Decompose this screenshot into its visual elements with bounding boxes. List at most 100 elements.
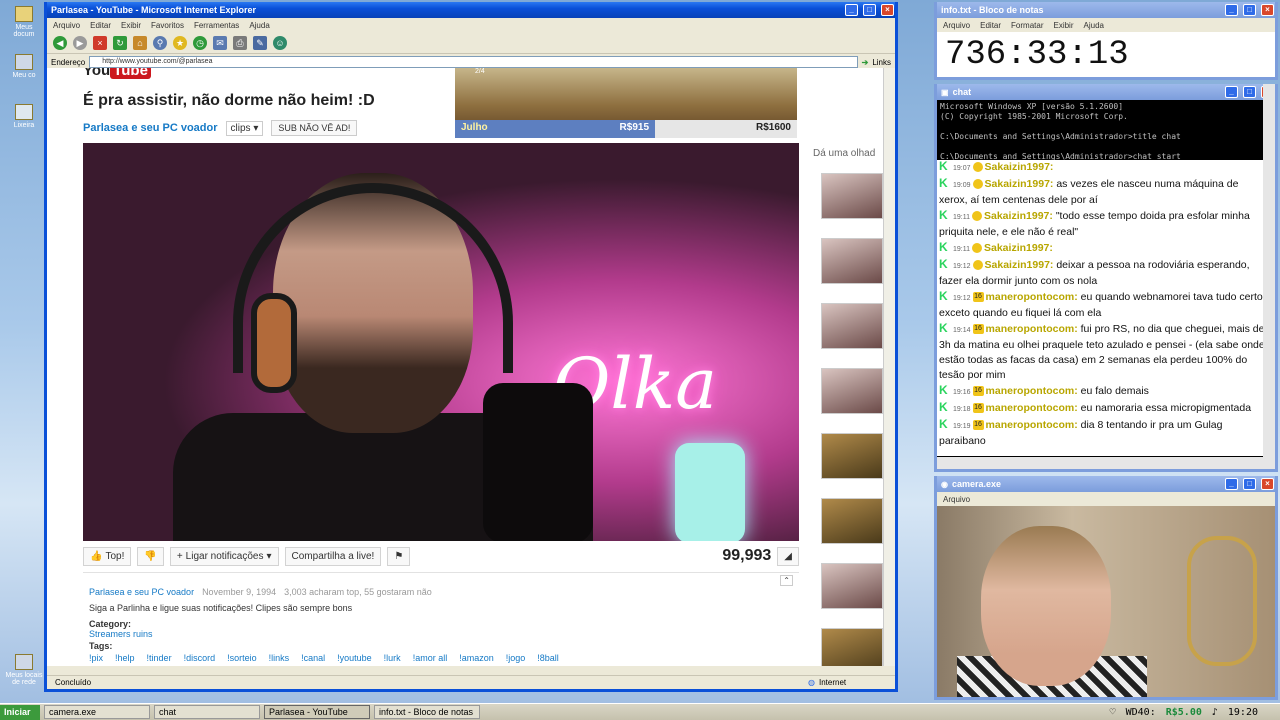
maximize-button[interactable]: □ [1243,478,1256,490]
chat-scrollbar[interactable] [1263,84,1275,469]
page-scrollbar[interactable] [883,68,895,666]
menu-favorites[interactable]: Favoritos [151,21,184,30]
notepad-text-area[interactable]: 736:33:13 [937,32,1275,77]
related-thumbnail[interactable] [821,303,883,349]
task-chat[interactable]: chat [154,705,260,719]
tag-link[interactable]: !amor all [413,653,448,663]
menu-file[interactable]: Arquivo [53,21,80,30]
menu-view[interactable]: Exibir [121,21,141,30]
related-thumbnail[interactable] [821,498,883,544]
video-actions: 👍 Top! 👎 + Ligar notificações ▾ Compartilha… [83,543,799,569]
refresh-icon[interactable]: ↻ [113,35,127,50]
dislike-button[interactable]: 👎 [137,546,164,566]
task-youtube[interactable]: Parlasea - YouTube [264,705,370,719]
tag-link[interactable]: !pix [89,653,103,663]
mail-icon[interactable]: ✉ [213,35,227,50]
tag-link[interactable]: !links [269,653,290,663]
menu-view[interactable]: Exibir [1053,21,1073,30]
meta-channel[interactable]: Parlasea e seu PC voador [89,587,194,597]
history-icon[interactable]: ◷ [193,35,207,50]
tag-link[interactable]: !tinder [147,653,172,663]
maximize-button[interactable]: □ [863,4,876,16]
tag-link[interactable]: !sorteio [227,653,257,663]
related-thumbnail[interactable] [821,368,883,414]
messenger-icon[interactable]: ☺ [273,35,287,50]
related-thumbnail[interactable] [821,433,883,479]
badge-icon [972,179,983,190]
menu-format[interactable]: Formatar [1011,21,1043,30]
youtube-logo[interactable]: You Tube [83,68,151,79]
share-button[interactable]: Compartilha a live! [284,546,382,566]
related-thumbnail[interactable] [821,563,883,609]
desktop-icon-documents[interactable]: Meus docum [4,6,44,38]
tag-link[interactable]: !lurk [384,653,401,663]
video-player[interactable]: Olka [83,143,799,541]
view-count: 99,993 [722,547,772,564]
close-button[interactable]: × [1261,4,1274,16]
minimize-button[interactable]: _ [1225,4,1238,16]
menu-file[interactable]: Arquivo [943,21,970,30]
tag-link[interactable]: !discord [184,653,216,663]
close-button[interactable]: × [1261,478,1274,490]
search-icon[interactable]: ⚲ [153,35,167,50]
chat-hscrollbar[interactable] [937,457,1267,469]
close-button[interactable]: × [881,4,894,16]
related-thumbnail[interactable] [821,173,883,219]
menu-help[interactable]: Ajuda [1084,21,1104,30]
notepad-titlebar[interactable]: info.txt - Bloco de notas _ □ × [937,2,1275,18]
chat-titlebar[interactable]: ▣ chat _ □ × [937,84,1275,100]
desktop-icon-network[interactable]: Meus locais de rede [4,654,44,686]
badge-icon [972,211,982,222]
back-icon[interactable]: ◀ [53,35,67,50]
tag-link[interactable]: !canal [301,653,325,663]
collapse-icon[interactable]: ⌃ [780,575,793,586]
menu-tools[interactable]: Ferramentas [194,21,239,30]
related-thumbnail[interactable] [821,238,883,284]
start-button[interactable]: Iniciar [0,704,40,720]
print-icon[interactable]: ⎙ [233,35,247,50]
maximize-button[interactable]: □ [1243,86,1256,98]
background-lamp [1187,536,1257,666]
home-icon[interactable]: ⌂ [133,35,147,50]
notify-button[interactable]: + Ligar notificações ▾ [169,546,279,566]
clips-dropdown[interactable]: clips ▾ [225,120,264,136]
maximize-button[interactable]: □ [1243,4,1256,16]
chat-message: K 19:12 Sakaizin1997: deixar a pessoa na r… [939,257,1250,287]
minimize-button[interactable]: _ [1225,86,1238,98]
tag-link[interactable]: !8ball [537,653,559,663]
flag-button[interactable]: ⚑ [387,546,411,566]
menu-edit[interactable]: Editar [90,21,111,30]
related-thumbnail[interactable] [821,628,883,666]
plus-icon: + [176,550,183,562]
address-input[interactable]: http://www.youtube.com/@parlasea [89,56,858,68]
stop-icon[interactable]: × [93,35,107,50]
go-icon[interactable]: ➔ [862,58,869,67]
forward-icon[interactable]: ▶ [73,35,87,50]
stats-button[interactable]: ◢ [777,546,799,566]
task-notepad[interactable]: info.txt - Bloco de notas [374,705,480,719]
category-link[interactable]: Streamers ruins [89,629,793,639]
tag-link[interactable]: !amazon [459,653,494,663]
menu-edit[interactable]: Editar [980,21,1001,30]
camera-titlebar[interactable]: ◉ camera.exe _ □ × [937,476,1275,492]
like-button[interactable]: 👍 Top! [83,546,132,566]
minimize-button[interactable]: _ [1225,478,1238,490]
edit-icon[interactable]: ✎ [253,35,267,50]
camera-title: camera.exe [951,479,1002,489]
tag-link[interactable]: !youtube [337,653,372,663]
tag-link[interactable]: !jogo [506,653,526,663]
menu-file[interactable]: Arquivo [943,495,970,504]
desktop-icon-recycle[interactable]: Lixeira [4,104,44,129]
tag-link[interactable]: !help [115,653,135,663]
kick-icon: K [939,321,948,335]
favorites-icon[interactable]: ★ [173,35,187,50]
subscribe-button[interactable]: SUB NÃO VÊ AD! [271,120,358,136]
menu-help[interactable]: Ajuda [249,21,269,30]
volume-icon[interactable]: ♪ [1212,707,1218,718]
task-camera[interactable]: camera.exe [44,705,150,719]
channel-link[interactable]: Parlasea e seu PC voador [83,122,218,134]
desktop-icon-computer[interactable]: Meu co [4,54,44,79]
minimize-button[interactable]: _ [845,4,858,16]
ie-titlebar[interactable]: Parlasea - YouTube - Microsoft Internet … [47,2,895,18]
links-label[interactable]: Links [872,58,891,67]
